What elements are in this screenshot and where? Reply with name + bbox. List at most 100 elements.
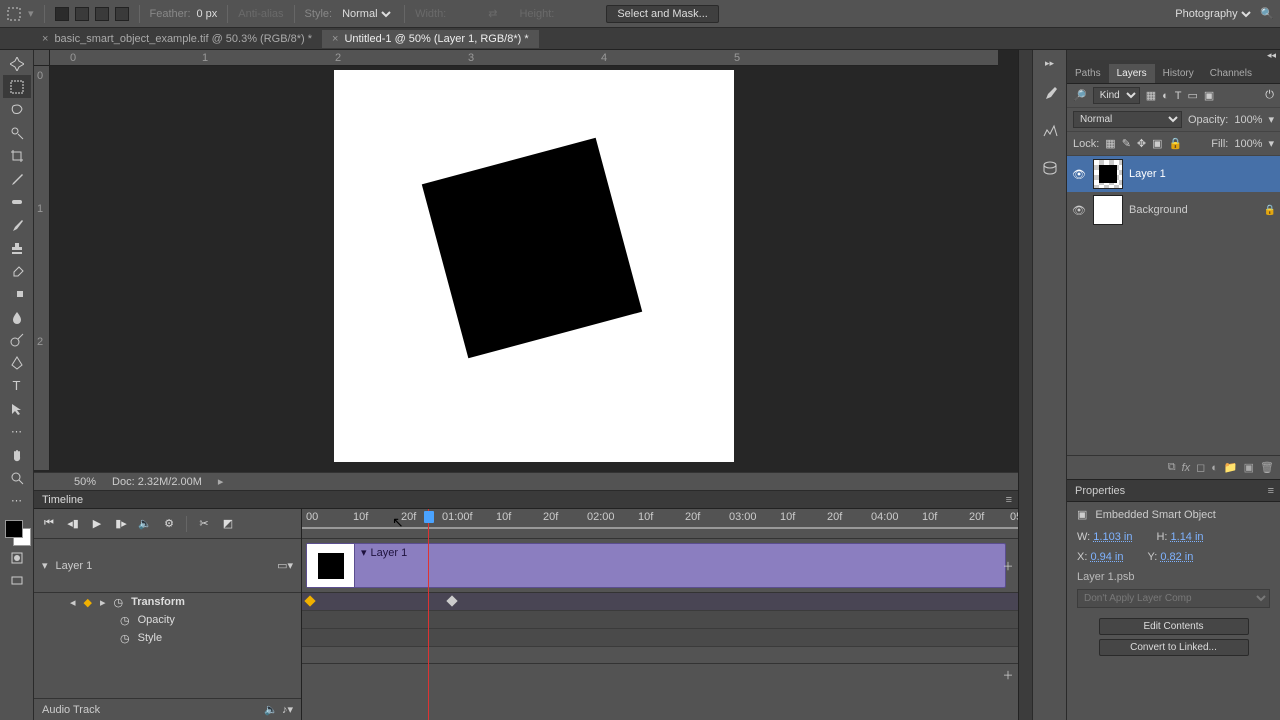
layer-options-icon[interactable]: ▭▾ — [277, 559, 293, 572]
panel-menu-icon[interactable]: ≡ — [1268, 485, 1274, 497]
marquee-tool-icon[interactable] — [3, 75, 31, 98]
feather-value[interactable]: 0 px — [197, 8, 218, 20]
timeline-prop-style[interactable]: ◷ Style — [34, 629, 301, 647]
audio-options-icon[interactable]: ♪▾ — [282, 703, 293, 716]
lasso-tool-icon[interactable] — [3, 98, 31, 121]
style-track[interactable] — [302, 629, 1018, 647]
next-keyframe-icon[interactable]: ▸ — [100, 596, 106, 609]
filter-smart-icon[interactable]: ▣ — [1204, 89, 1214, 102]
play-icon[interactable]: ▶ — [90, 517, 104, 531]
style-select[interactable]: Normal — [338, 7, 394, 21]
search-icon[interactable]: 🔍 — [1260, 7, 1274, 20]
ellipsis-icon[interactable]: ⋯ — [3, 420, 31, 443]
brush-tool-icon[interactable] — [3, 213, 31, 236]
tab-paths[interactable]: Paths — [1067, 64, 1109, 83]
stopwatch-icon[interactable]: ◷ — [120, 632, 130, 645]
color-swatches[interactable] — [3, 518, 31, 546]
selection-add-icon[interactable] — [75, 7, 89, 21]
tab-channels[interactable]: Channels — [1202, 64, 1260, 83]
layer-row-background[interactable]: 👁 Background 🔒 — [1067, 192, 1280, 228]
prop-y-value[interactable]: 0.82 in — [1160, 551, 1193, 563]
canvas-area[interactable]: 0 1 2 3 4 5 0 1 2 50% Doc: 2.32M/2.00M ▸ — [34, 50, 1018, 490]
stopwatch-icon[interactable]: ◷ — [114, 596, 124, 609]
panel-menu-icon[interactable]: ≡ — [1006, 494, 1012, 506]
work-area-bar[interactable] — [302, 523, 1018, 533]
prev-keyframe-icon[interactable]: ◂ — [70, 596, 76, 609]
convert-to-linked-button[interactable]: Convert to Linked... — [1099, 639, 1249, 656]
keyframe-icon[interactable] — [446, 595, 457, 606]
tab-history[interactable]: History — [1155, 64, 1202, 83]
stamp-tool-icon[interactable] — [3, 236, 31, 259]
eraser-tool-icon[interactable] — [3, 259, 31, 282]
keyframe-toggle-icon[interactable]: ◆ — [84, 596, 92, 609]
filter-adjust-icon[interactable]: ◐ — [1162, 90, 1169, 102]
blend-mode-select[interactable]: Normal — [1073, 111, 1182, 128]
keyframe-icon[interactable] — [304, 595, 315, 606]
lock-paint-icon[interactable]: ✎ — [1122, 137, 1131, 150]
marquee-tool-icon[interactable] — [6, 6, 22, 22]
gradient-tool-icon[interactable] — [3, 282, 31, 305]
chevron-right-icon[interactable]: ▸ — [218, 475, 224, 488]
layer-name[interactable]: Layer 1 — [1129, 168, 1166, 180]
screen-mode-icon[interactable] — [3, 569, 31, 592]
stopwatch-icon[interactable]: ◷ — [120, 614, 130, 627]
adjustments-panel-icon[interactable] — [1041, 122, 1059, 143]
timeline-clip[interactable]: ▾Layer 1 — [306, 543, 1006, 588]
tab-doc-2[interactable]: × Untitled-1 @ 50% (Layer 1, RGB/8*) * — [322, 30, 539, 48]
transform-track[interactable] — [302, 593, 1018, 611]
opacity-track[interactable] — [302, 611, 1018, 629]
collapse-arrows-icon[interactable]: ▸▸ — [1045, 58, 1054, 69]
chevron-down-icon[interactable]: ▾ — [361, 546, 367, 559]
crop-tool-icon[interactable] — [3, 144, 31, 167]
layer-thumbnail[interactable] — [1093, 159, 1123, 189]
time-ruler[interactable]: 00 10f 20f 01:00f 10f 20f 02:00 10f 20f … — [302, 509, 1018, 539]
tab-layers[interactable]: Layers — [1109, 64, 1155, 83]
lock-icon[interactable]: 🔒 — [1264, 205, 1276, 216]
brush-panel-icon[interactable] — [1041, 85, 1059, 106]
layer-thumbnail[interactable] — [1093, 195, 1123, 225]
zoom-tool-icon[interactable] — [3, 466, 31, 489]
panel-collapse-strip[interactable] — [1018, 50, 1032, 720]
pen-tool-icon[interactable] — [3, 351, 31, 374]
filter-icon[interactable]: 🔎 — [1073, 89, 1087, 102]
transition-icon[interactable]: ◩ — [221, 517, 235, 531]
audio-track-row[interactable]: Audio Track 🔈 ♪▾ — [34, 698, 301, 720]
first-frame-icon[interactable]: ⏮ — [42, 517, 56, 531]
close-icon[interactable]: × — [332, 33, 338, 45]
add-media-icon[interactable]: ＋ — [1000, 558, 1016, 574]
lock-transparent-icon[interactable]: ▦ — [1105, 137, 1115, 150]
playhead[interactable] — [428, 509, 429, 720]
dodge-tool-icon[interactable] — [3, 328, 31, 351]
filter-shape-icon[interactable]: ▭ — [1188, 89, 1198, 102]
chevron-down-icon[interactable]: ▾ — [1268, 113, 1274, 126]
layer-name[interactable]: Background — [1129, 204, 1188, 216]
move-tool-icon[interactable] — [3, 52, 31, 75]
layer-row-layer1[interactable]: 👁 Layer 1 — [1067, 156, 1280, 192]
path-select-tool-icon[interactable] — [3, 397, 31, 420]
prev-frame-icon[interactable]: ◂▮ — [66, 517, 80, 531]
layer-filter-select[interactable]: Kind — [1093, 87, 1140, 104]
prop-x-value[interactable]: 0.94 in — [1090, 551, 1123, 563]
lock-artboard-icon[interactable]: ▣ — [1152, 137, 1162, 150]
lock-position-icon[interactable]: ✥ — [1137, 137, 1146, 150]
settings-icon[interactable]: ⚙ — [162, 517, 176, 531]
selection-intersect-icon[interactable] — [115, 7, 129, 21]
document-canvas[interactable] — [334, 70, 734, 462]
select-and-mask-button[interactable]: Select and Mask... — [606, 5, 719, 23]
adjustment-layer-icon[interactable]: ◐ — [1211, 462, 1218, 474]
ruler-vertical[interactable]: 0 1 2 — [34, 66, 50, 470]
quick-select-tool-icon[interactable] — [3, 121, 31, 144]
filter-toggle[interactable]: ⏻ — [1265, 89, 1274, 102]
audio-track-lane[interactable]: ＋ — [302, 663, 1018, 685]
edit-contents-button[interactable]: Edit Contents — [1099, 618, 1249, 635]
add-audio-icon[interactable]: ＋ — [1000, 667, 1016, 683]
type-tool-icon[interactable]: T — [3, 374, 31, 397]
zoom-level[interactable]: 50% — [74, 476, 96, 488]
group-icon[interactable]: 📁 — [1224, 461, 1238, 474]
timeline-prop-transform[interactable]: ◂ ◆ ▸ ◷ Transform — [34, 593, 301, 611]
hand-tool-icon[interactable] — [3, 443, 31, 466]
visibility-icon[interactable]: 👁 — [1071, 168, 1087, 181]
workspace-select[interactable]: Photography — [1171, 7, 1254, 21]
trash-icon[interactable]: 🗑 — [1260, 461, 1274, 474]
blur-tool-icon[interactable] — [3, 305, 31, 328]
